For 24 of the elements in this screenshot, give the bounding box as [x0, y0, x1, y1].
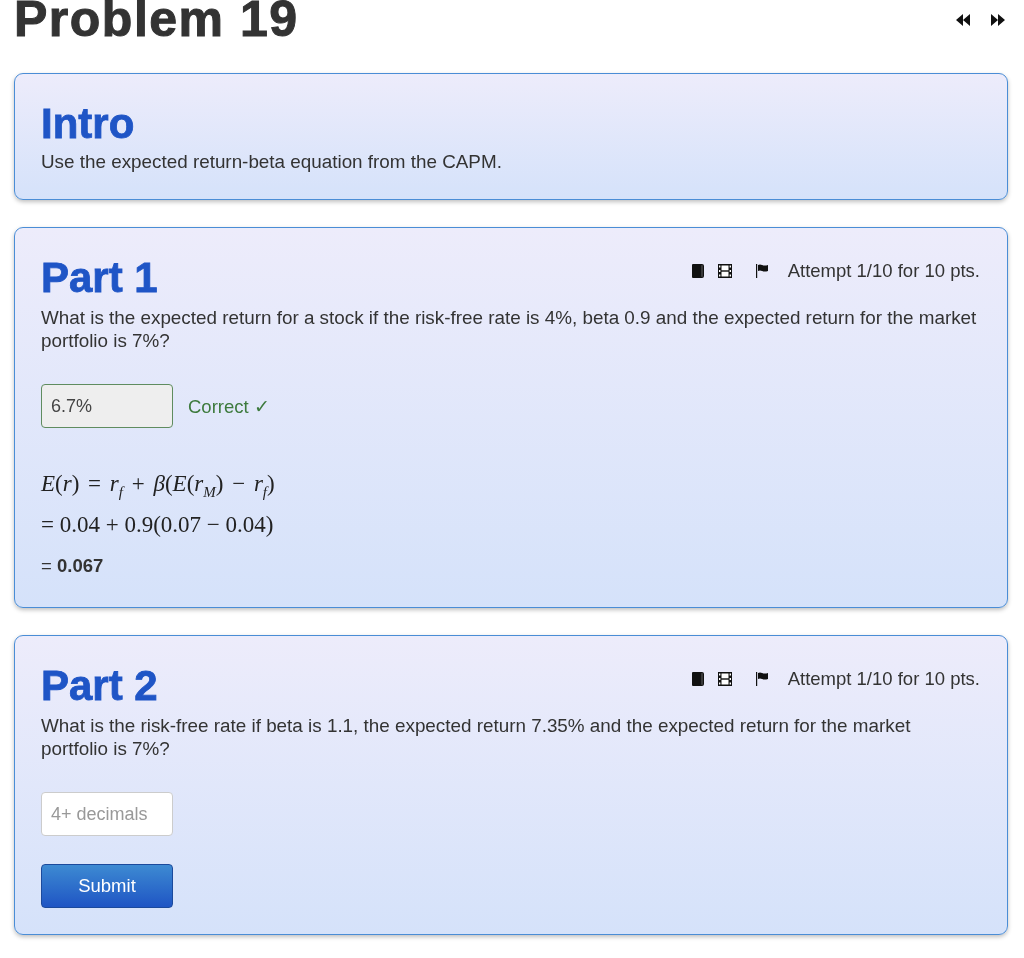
formula-line: E(r) = r$_{f}$ + β(E(r$_{M}$) − r$_{f}$)	[41, 470, 275, 499]
question-text: What is the risk-free rate if beta is 1.1, the expected return 7.35% and the expected return for the market portfolio is 7%?	[41, 714, 912, 760]
feedback-text: Correct ✓	[188, 394, 270, 418]
flag-icon[interactable]	[755, 671, 768, 686]
film-icon[interactable]	[717, 263, 732, 278]
intro-heading: Intro	[41, 100, 136, 148]
question-text: What is the expected return for a stock if the risk-free rate is 4%, beta 0.9 and the expected return for the market portfolio is 7%?	[41, 306, 978, 352]
book-icon[interactable]	[691, 263, 704, 278]
intro-text: Use the expected return-beta equation from the CAPM.	[41, 150, 503, 173]
answer-field[interactable]: 4+ decimals	[41, 792, 173, 836]
part-heading: Part 1	[41, 254, 158, 302]
part-heading: Part 2	[41, 662, 158, 710]
film-icon[interactable]	[717, 671, 732, 686]
rewind-icon[interactable]	[956, 14, 970, 26]
result-line: = 0.067	[41, 554, 104, 578]
fast-forward-icon[interactable]	[991, 14, 1005, 26]
flag-icon[interactable]	[755, 263, 768, 278]
calculation-line: = 0.04 + 0.9(0.07 − 0.04)	[41, 511, 274, 539]
book-icon[interactable]	[691, 671, 704, 686]
answer-field[interactable]: 6.7%	[41, 384, 173, 428]
attempt-text: Attempt 1/10 for 10 pts.	[787, 667, 980, 690]
page-title: Problem 19	[14, 0, 299, 38]
submit-button[interactable]: Submit	[41, 864, 173, 908]
attempt-text: Attempt 1/10 for 10 pts.	[787, 259, 980, 282]
